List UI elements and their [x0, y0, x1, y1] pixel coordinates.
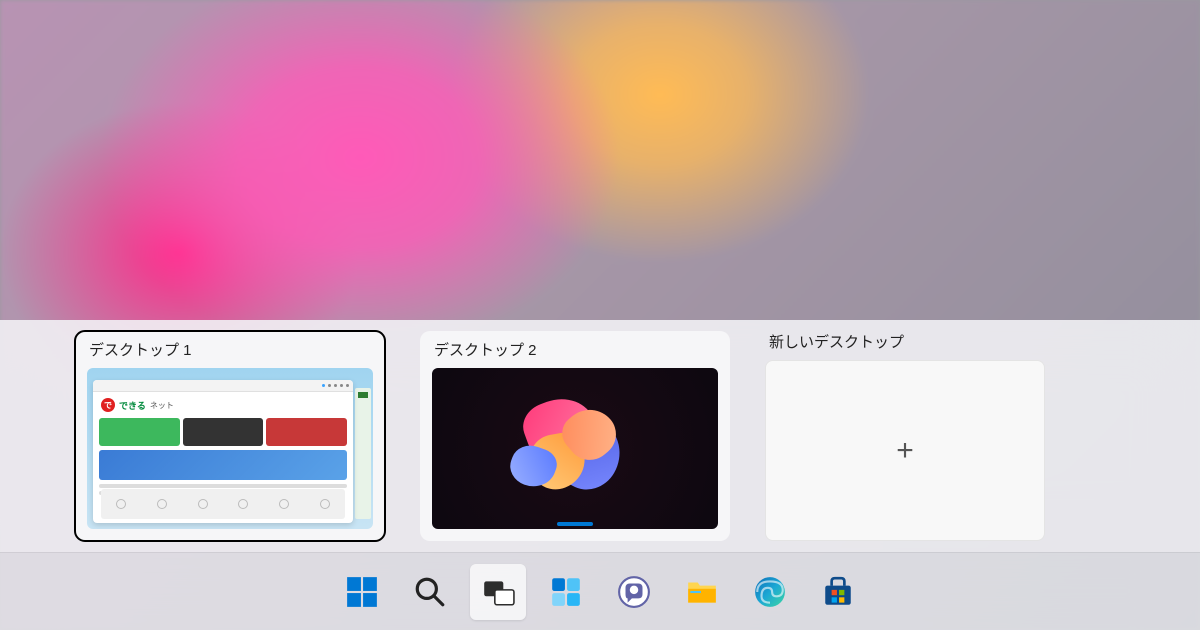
taskbar [0, 552, 1200, 630]
desktop-label: デスクトップ 1 [87, 339, 373, 360]
file-explorer-icon [685, 575, 719, 609]
desktop-thumbnail-2 [432, 368, 718, 529]
store-icon [821, 575, 855, 609]
file-explorer-button[interactable] [674, 564, 730, 620]
store-button[interactable] [810, 564, 866, 620]
start-icon [345, 575, 379, 609]
desktop-tile-2[interactable]: デスクトップ 2 [420, 331, 730, 541]
virtual-desktops-strip: デスクトップ 1 で できる ネット デスクト [0, 320, 1200, 552]
desktop-thumbnail-1: で できる ネット [87, 368, 373, 529]
new-desktop-button[interactable]: + [765, 360, 1045, 541]
desktop-label: 新しいデスクトップ [765, 331, 1045, 352]
widgets-icon [549, 575, 583, 609]
app-indicator [557, 522, 593, 526]
edge-icon [753, 575, 787, 609]
search-button[interactable] [402, 564, 458, 620]
widgets-button[interactable] [538, 564, 594, 620]
search-icon [413, 575, 447, 609]
edge-button[interactable] [742, 564, 798, 620]
desktop-tile-1[interactable]: デスクトップ 1 で できる ネット [75, 331, 385, 541]
start-button[interactable] [334, 564, 390, 620]
desktop-label: デスクトップ 2 [432, 339, 718, 360]
new-desktop-tile[interactable]: 新しいデスクトップ + [765, 331, 1045, 541]
chat-icon [617, 575, 651, 609]
chat-button[interactable] [606, 564, 662, 620]
plus-icon: + [896, 434, 914, 468]
taskview-button[interactable] [470, 564, 526, 620]
taskview-icon [481, 575, 515, 609]
